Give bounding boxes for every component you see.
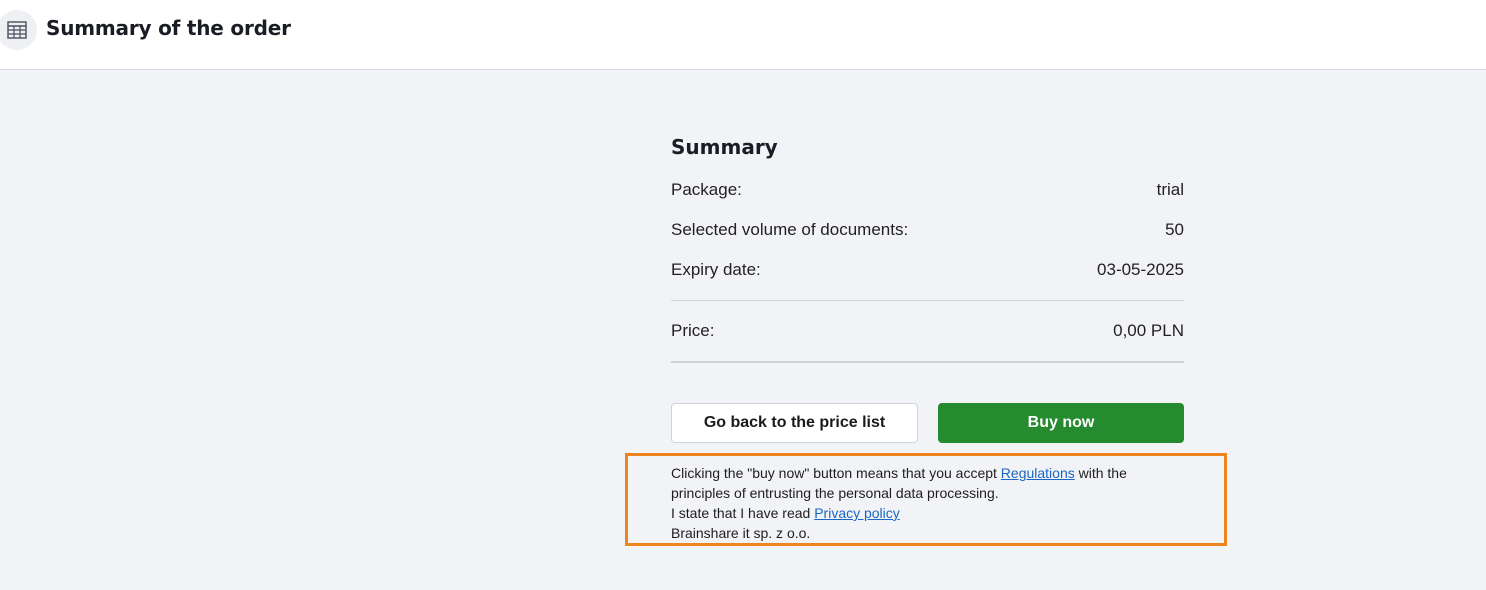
- legal-text-accept: Clicking the "buy now" button means that…: [671, 465, 1001, 481]
- legal-line-1: Clicking the "buy now" button means that…: [671, 463, 1224, 483]
- legal-notice: Clicking the "buy now" button means that…: [625, 453, 1227, 546]
- top-bar: Summary of the order: [0, 0, 1486, 70]
- package-row: Package: trial: [671, 178, 1184, 202]
- volume-row: Selected volume of documents: 50: [671, 218, 1184, 242]
- expiry-value: 03-05-2025: [1097, 260, 1184, 279]
- price-row: Price: 0,00 PLN: [671, 319, 1184, 343]
- volume-value: 50: [1165, 220, 1184, 239]
- legal-line-3: I state that I have read Privacy policy: [671, 503, 1224, 523]
- expiry-row: Expiry date: 03-05-2025: [671, 258, 1184, 282]
- company-name: Brainshare it sp. z o.o.: [671, 525, 811, 541]
- expiry-label: Expiry date:: [671, 260, 761, 279]
- summary-divider: [671, 300, 1184, 301]
- legal-line-2: principles of entrusting the personal da…: [671, 485, 999, 501]
- price-value: 0,00 PLN: [1113, 321, 1184, 340]
- regulations-link[interactable]: Regulations: [1001, 465, 1075, 481]
- summary-heading: Summary: [671, 135, 778, 159]
- privacy-policy-link[interactable]: Privacy policy: [814, 505, 900, 521]
- page-title: Summary of the order: [46, 16, 291, 40]
- price-divider: [671, 361, 1184, 363]
- table-building-icon: [0, 10, 37, 50]
- legal-text-read: I state that I have read: [671, 505, 815, 521]
- volume-label: Selected volume of documents:: [671, 220, 909, 239]
- main-content: Summary Package: trial Selected volume o…: [0, 70, 1486, 590]
- back-to-price-list-button[interactable]: Go back to the price list: [671, 403, 918, 443]
- package-label: Package:: [671, 180, 742, 199]
- buy-now-button[interactable]: Buy now: [938, 403, 1184, 443]
- package-value: trial: [1156, 180, 1184, 199]
- legal-text-with: with the: [1074, 465, 1127, 481]
- price-label: Price:: [671, 321, 715, 340]
- order-summary: Summary Package: trial Selected volume o…: [671, 132, 1184, 363]
